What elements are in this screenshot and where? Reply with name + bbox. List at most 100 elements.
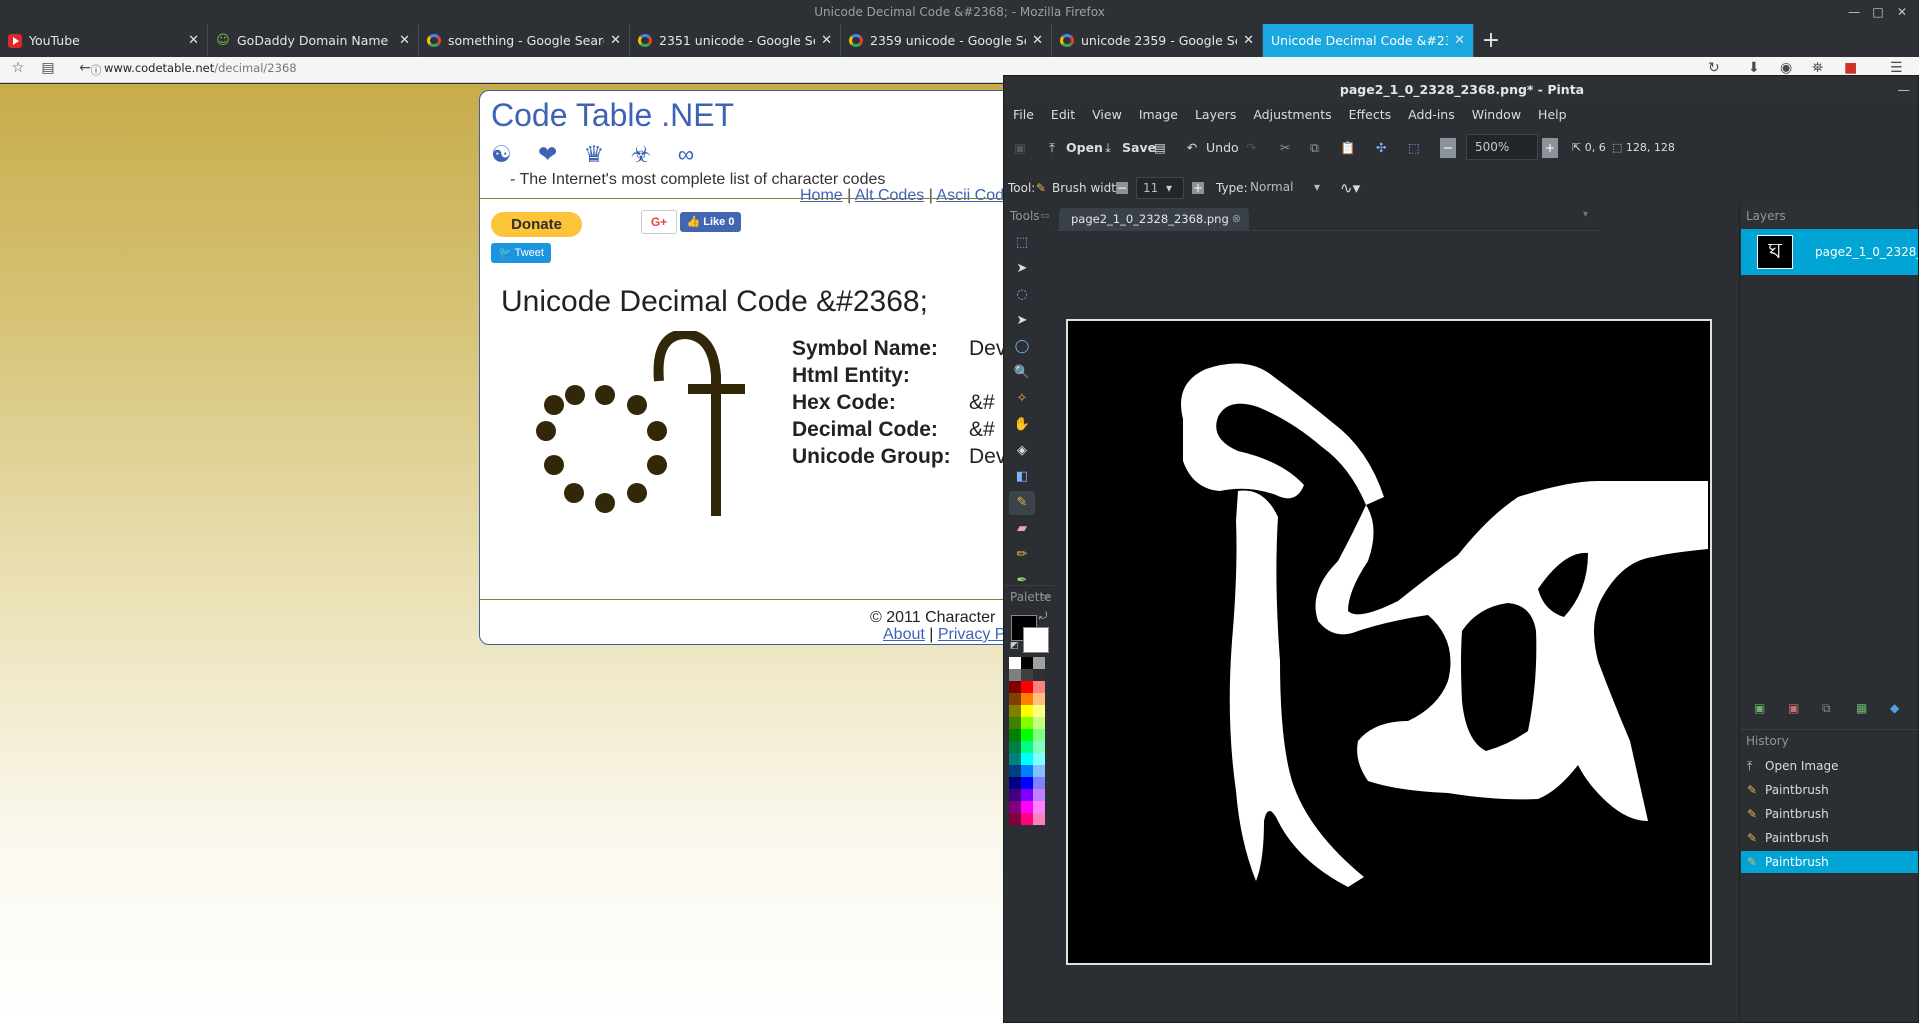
palette-swatch[interactable] (1033, 657, 1045, 669)
menu-edit[interactable]: Edit (1051, 103, 1075, 127)
nav-ascii-codes-link[interactable]: Ascii Cod (936, 187, 1004, 204)
menu-view[interactable]: View (1092, 103, 1122, 127)
footer-privacy-link[interactable]: Privacy P (938, 626, 1006, 643)
palette-swatch[interactable] (1009, 729, 1021, 741)
palette-swatch[interactable] (1021, 669, 1033, 681)
nav-home-link[interactable]: Home (800, 187, 843, 204)
palette-swatch[interactable] (1033, 801, 1045, 813)
zoom-input[interactable]: 500% (1466, 134, 1538, 160)
secondary-color-swatch[interactable] (1023, 627, 1049, 653)
delete-layer-icon[interactable]: ▣ (1788, 701, 1799, 715)
undo-button[interactable]: ↶ Undo (1184, 137, 1239, 159)
palette-swatch[interactable] (1033, 705, 1045, 717)
move-selected-tool-icon[interactable]: ➤ (1009, 257, 1035, 281)
palette-swatch[interactable] (1009, 801, 1021, 813)
palette-swatch[interactable] (1033, 681, 1045, 693)
palette-swatch[interactable] (1033, 729, 1045, 741)
palette-swatch[interactable] (1021, 681, 1033, 693)
donate-button[interactable]: Donate (491, 212, 582, 237)
palette-swatch[interactable] (1009, 705, 1021, 717)
paintbrush-tool-icon[interactable]: ✎ (1009, 491, 1035, 515)
rectangle-select-tool-icon[interactable]: ⬚ (1009, 231, 1035, 255)
tab-google-2359[interactable]: 2359 unicode - Google Searc ✕ (841, 24, 1052, 57)
palette-swatch[interactable] (1021, 753, 1033, 765)
layer-row[interactable]: ঘ page2_1_0_2328_2368 (1741, 229, 1918, 275)
tab-godaddy[interactable]: ☺ GoDaddy Domain Name Sea ✕ (208, 24, 419, 57)
merge-layer-icon[interactable]: ▦ (1856, 701, 1867, 715)
tweet-button[interactable]: 🐦 Tweet (491, 243, 551, 263)
reload-icon[interactable]: ↻ (1708, 60, 1720, 76)
palette-swatch[interactable] (1021, 729, 1033, 741)
close-icon[interactable]: ✕ (188, 33, 199, 48)
palette-swatch[interactable] (1021, 741, 1033, 753)
tab-google-something[interactable]: something - Google Search ✕ (419, 24, 630, 57)
cut-icon[interactable]: ✂ (1280, 137, 1290, 159)
close-icon[interactable]: ⊗ (1232, 208, 1241, 230)
menu-help[interactable]: Help (1538, 103, 1567, 127)
history-item[interactable]: ✎ Paintbrush (1741, 803, 1918, 825)
copy-icon[interactable]: ⧉ (1310, 137, 1319, 159)
palette-swatch[interactable] (1009, 789, 1021, 801)
download-icon[interactable]: ⬇ (1748, 60, 1760, 76)
palette-swatch[interactable] (1033, 717, 1045, 729)
increase-width-icon[interactable]: + (1192, 182, 1204, 194)
new-tab-button[interactable]: + (1474, 24, 1508, 57)
bookmark-star-icon[interactable]: ☆ (8, 60, 28, 76)
close-icon[interactable]: ✕ (399, 33, 410, 48)
extension-icon[interactable]: ⛯ (1812, 60, 1823, 76)
zoom-tool-icon[interactable]: 🔍 (1009, 361, 1035, 385)
move-selection-tool-icon[interactable]: ➤ (1009, 309, 1035, 333)
palette-swatch[interactable] (1021, 705, 1033, 717)
palette-swatch[interactable] (1009, 717, 1021, 729)
close-icon[interactable]: ✕ (1032, 33, 1043, 48)
palette-swatch[interactable] (1033, 789, 1045, 801)
close-icon[interactable]: ✕ (821, 33, 832, 48)
dock-pin-icon[interactable]: ▭ (1040, 586, 1049, 608)
menu-effects[interactable]: Effects (1349, 103, 1392, 127)
palette-swatch[interactable] (1009, 681, 1021, 693)
gradient-tool-icon[interactable]: ◧ (1009, 465, 1035, 489)
tab-list-icon[interactable]: ▾ (1583, 209, 1588, 220)
menu-image[interactable]: Image (1139, 103, 1178, 127)
extension-icon[interactable]: ◉ (1780, 60, 1792, 76)
palette-swatch[interactable] (1021, 717, 1033, 729)
palette-swatch[interactable] (1033, 813, 1045, 825)
palette-swatch[interactable] (1033, 669, 1045, 681)
palette-swatch[interactable] (1021, 813, 1033, 825)
tab-youtube[interactable]: YouTube ✕ (0, 24, 208, 57)
site-logo[interactable]: Code Table .NET (491, 97, 734, 134)
palette-swatch[interactable] (1009, 753, 1021, 765)
palette-swatch[interactable] (1021, 693, 1033, 705)
redo-icon[interactable]: ↷ (1246, 137, 1256, 159)
info-icon[interactable]: ⓘ (86, 62, 106, 78)
menu-file[interactable]: File (1013, 103, 1034, 127)
history-item-current[interactable]: ✎ Paintbrush (1741, 851, 1918, 873)
maximize-icon[interactable]: □ (1866, 0, 1890, 24)
close-icon[interactable]: ✕ (1243, 33, 1254, 48)
palette-swatch[interactable] (1033, 741, 1045, 753)
pan-tool-icon[interactable]: ✋ (1009, 413, 1035, 437)
palette-swatch[interactable] (1021, 801, 1033, 813)
image-canvas[interactable] (1066, 319, 1712, 965)
facebook-like-button[interactable]: 👍 Like 0 (680, 212, 741, 232)
palette-swatch[interactable] (1009, 669, 1021, 681)
crop-to-selection-icon[interactable]: ✣ (1376, 137, 1386, 159)
close-window-icon[interactable]: ✕ (1890, 0, 1914, 24)
open-button[interactable]: ⤒ Open (1044, 137, 1103, 159)
antialias-icon[interactable]: ∿▾ (1340, 179, 1360, 197)
ellipse-select-tool-icon[interactable]: ◯ (1009, 335, 1035, 359)
document-tab[interactable]: page2_1_0_2328_2368.png ⊗ (1059, 208, 1249, 230)
palette-swatch[interactable] (1009, 813, 1021, 825)
print-icon[interactable]: ▤ (1154, 137, 1166, 159)
google-plus-button[interactable]: G+ (641, 210, 677, 234)
magic-wand-tool-icon[interactable]: ✧ (1009, 387, 1035, 411)
menu-adjustments[interactable]: Adjustments (1253, 103, 1331, 127)
new-image-icon[interactable]: ▣ (1014, 137, 1026, 159)
add-layer-icon[interactable]: ▣ (1754, 701, 1765, 715)
extension-icon[interactable]: ■ (1844, 60, 1857, 76)
menu-layers[interactable]: Layers (1195, 103, 1236, 127)
menu-window[interactable]: Window (1472, 103, 1521, 127)
history-item[interactable]: ✎ Paintbrush (1741, 827, 1918, 849)
paste-icon[interactable]: 📋 (1340, 137, 1356, 159)
reset-colors-icon[interactable]: ◩ (1010, 641, 1019, 651)
